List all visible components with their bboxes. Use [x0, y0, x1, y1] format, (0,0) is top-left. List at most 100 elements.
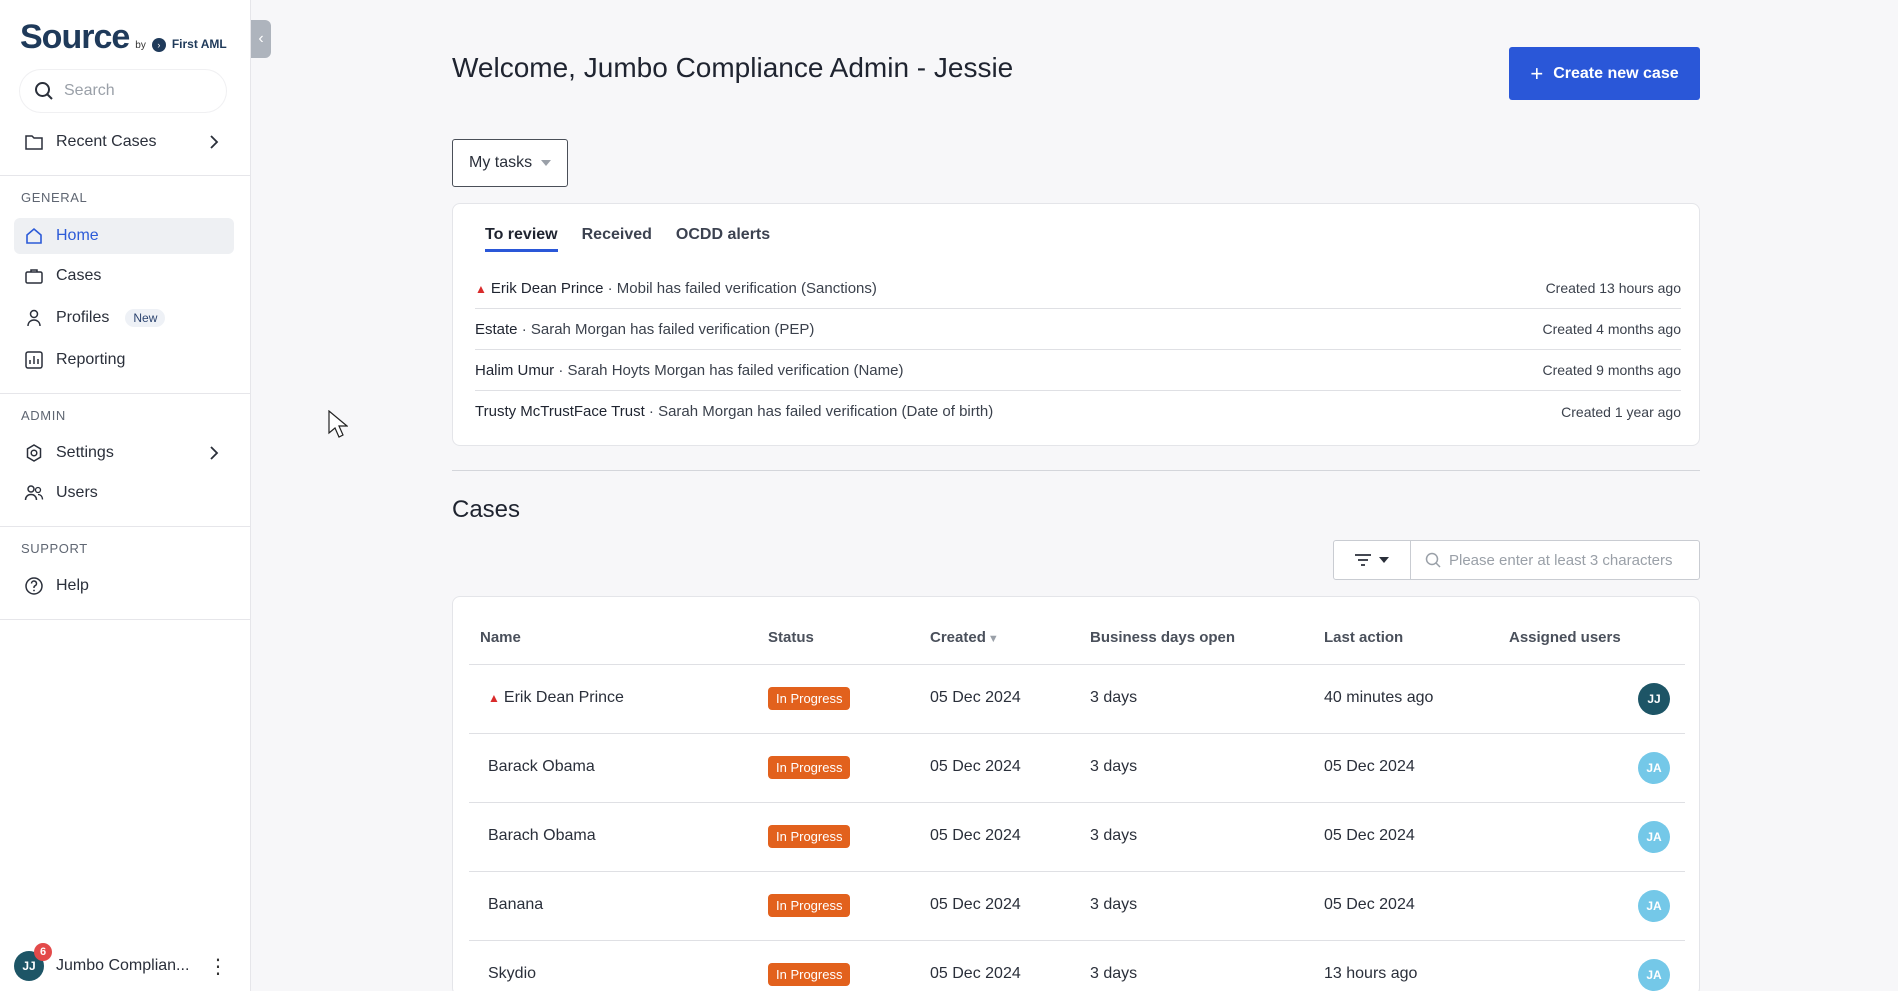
task-time: Created 1 year ago: [1561, 403, 1681, 420]
tab-received[interactable]: Received: [582, 226, 652, 252]
task-detail: · Sarah Hoyts Morgan has failed verifica…: [554, 361, 904, 379]
caret-down-icon: [541, 160, 552, 166]
users-icon: [24, 485, 44, 501]
mouse-cursor-icon: [328, 410, 348, 438]
case-days-open: 3 days: [1090, 689, 1138, 706]
section-admin: ADMIN: [21, 408, 66, 423]
folder-icon: [25, 135, 43, 150]
table-row[interactable]: [469, 734, 1685, 802]
section-support: SUPPORT: [21, 541, 88, 556]
create-new-case-button[interactable]: + Create new case: [1509, 47, 1700, 100]
help-icon: [25, 577, 43, 595]
review-tabs: To review Received OCDD alerts: [485, 226, 770, 252]
task-row[interactable]: Trusty McTrustFace Trust · Sarah Morgan …: [475, 391, 1681, 432]
page-title: Welcome, Jumbo Compliance Admin - Jessie: [452, 52, 1014, 83]
column-header-status[interactable]: Status: [768, 629, 814, 646]
column-header-created[interactable]: Created ▼: [930, 629, 999, 646]
sidebar-item-cases[interactable]: Cases: [14, 258, 234, 294]
case-created: 05 Dec 2024: [930, 896, 1021, 913]
home-icon: [26, 227, 42, 244]
chevron-right-icon: [210, 135, 219, 149]
sidebar: Source by › First AML Recent Cases GENER…: [0, 0, 251, 991]
task-row[interactable]: ▲ Erik Dean Prince · Mobil has failed ver…: [475, 268, 1681, 309]
task-entity: Halim Umur: [475, 361, 555, 379]
sidebar-divider: [0, 526, 251, 527]
gear-icon: [26, 444, 42, 462]
avatar[interactable]: JA: [1638, 890, 1670, 922]
case-created: 05 Dec 2024: [930, 965, 1021, 982]
case-name: Skydio: [488, 965, 537, 982]
status-badge: In Progress: [768, 756, 851, 779]
task-detail: · Sarah Morgan has failed verification (…: [517, 320, 815, 338]
case-last-action: 05 Dec 2024: [1324, 896, 1415, 913]
task-entity: Trusty McTrustFace Trust: [475, 403, 645, 420]
sidebar-search[interactable]: [20, 70, 226, 112]
case-days-open: 3 days: [1090, 758, 1138, 775]
case-created: 05 Dec 2024: [930, 689, 1021, 706]
case-name: Barach Obama: [488, 827, 596, 844]
sidebar-item-settings[interactable]: Settings: [14, 435, 234, 471]
plus-icon: +: [1530, 60, 1544, 86]
task-row[interactable]: Estate · Sarah Morgan has failed verific…: [475, 309, 1681, 350]
task-detail: · Sarah Morgan has failed verification (…: [644, 403, 994, 420]
chevron-right-icon: [210, 446, 219, 460]
table-row[interactable]: [469, 665, 1685, 733]
tab-to-review[interactable]: To review: [485, 226, 558, 252]
column-header-created-label: Created: [930, 629, 986, 646]
avatar[interactable]: JA: [1638, 752, 1670, 784]
cases-search[interactable]: [1410, 540, 1700, 580]
column-header-business-days[interactable]: Business days open: [1090, 629, 1235, 646]
my-tasks-dropdown[interactable]: My tasks: [452, 139, 568, 187]
recent-cases-item[interactable]: Recent Cases: [14, 124, 234, 160]
sidebar-item-label: Settings: [56, 444, 114, 461]
first-aml-logo-icon: ›: [151, 38, 166, 52]
column-header-name[interactable]: Name: [480, 629, 521, 646]
sidebar-item-users[interactable]: Users: [14, 475, 234, 511]
sidebar-item-label: Users: [56, 484, 98, 501]
brand-company: First AML: [171, 37, 227, 51]
column-header-assigned-users[interactable]: Assigned users: [1509, 629, 1621, 646]
sidebar-item-label: Cases: [56, 267, 102, 284]
avatar[interactable]: JJ: [1638, 683, 1670, 715]
current-user[interactable]: JJ 6 Jumbo Complian... ⋮: [14, 943, 236, 984]
sidebar-search-input[interactable]: [64, 82, 214, 100]
task-time: Created 13 hours ago: [1545, 280, 1681, 296]
status-badge: In Progress: [768, 687, 851, 710]
avatar-initials: JJ: [22, 959, 36, 973]
case-created: 05 Dec 2024: [930, 827, 1021, 844]
table-row[interactable]: [469, 872, 1685, 940]
sidebar-item-home[interactable]: Home: [14, 218, 234, 254]
task-time: Created 4 months ago: [1542, 321, 1681, 337]
task-row[interactable]: Halim Umur · Sarah Hoyts Morgan has fail…: [475, 350, 1681, 391]
cases-search-input[interactable]: [1449, 551, 1699, 569]
filter-button[interactable]: [1333, 540, 1411, 580]
more-options-icon[interactable]: ⋮: [208, 954, 228, 979]
table-row[interactable]: [469, 803, 1685, 871]
cases-table: Name Status Created ▼ Business days open …: [452, 596, 1700, 991]
section-general: GENERAL: [21, 190, 88, 205]
sidebar-item-profiles[interactable]: Profiles New: [14, 300, 234, 336]
avatar[interactable]: JA: [1638, 821, 1670, 853]
filter-icon: [1355, 554, 1371, 566]
status-badge: In Progress: [768, 894, 851, 917]
sort-desc-icon: ▼: [987, 633, 999, 645]
column-header-last-action[interactable]: Last action: [1324, 629, 1403, 646]
task-text: ▲ Erik Dean Prince · Mobil has failed ver…: [475, 280, 877, 297]
sidebar-item-label: Help: [56, 577, 89, 594]
search-icon: [35, 82, 53, 100]
task-text: Halim Umur · Sarah Hoyts Morgan has fail…: [475, 362, 903, 379]
case-last-action: 40 minutes ago: [1324, 689, 1434, 706]
chevron-left-icon: ‹: [258, 30, 264, 47]
review-panel: To review Received OCDD alerts ▲ Erik Dea…: [452, 203, 1700, 446]
case-days-open: 3 days: [1090, 965, 1138, 982]
tab-ocdd-alerts[interactable]: OCDD alerts: [676, 226, 770, 252]
avatar[interactable]: JA: [1638, 959, 1670, 991]
sidebar-item-reporting[interactable]: Reporting: [14, 342, 234, 378]
avatar[interactable]: JJ 6: [14, 943, 52, 981]
collapse-sidebar-button[interactable]: ‹: [251, 20, 271, 58]
table-row[interactable]: [469, 941, 1685, 991]
case-name: Banana: [488, 896, 544, 913]
sidebar-item-help[interactable]: Help: [14, 568, 234, 604]
chart-icon: [25, 351, 43, 369]
app-logo[interactable]: Source by › First AML: [20, 18, 227, 57]
